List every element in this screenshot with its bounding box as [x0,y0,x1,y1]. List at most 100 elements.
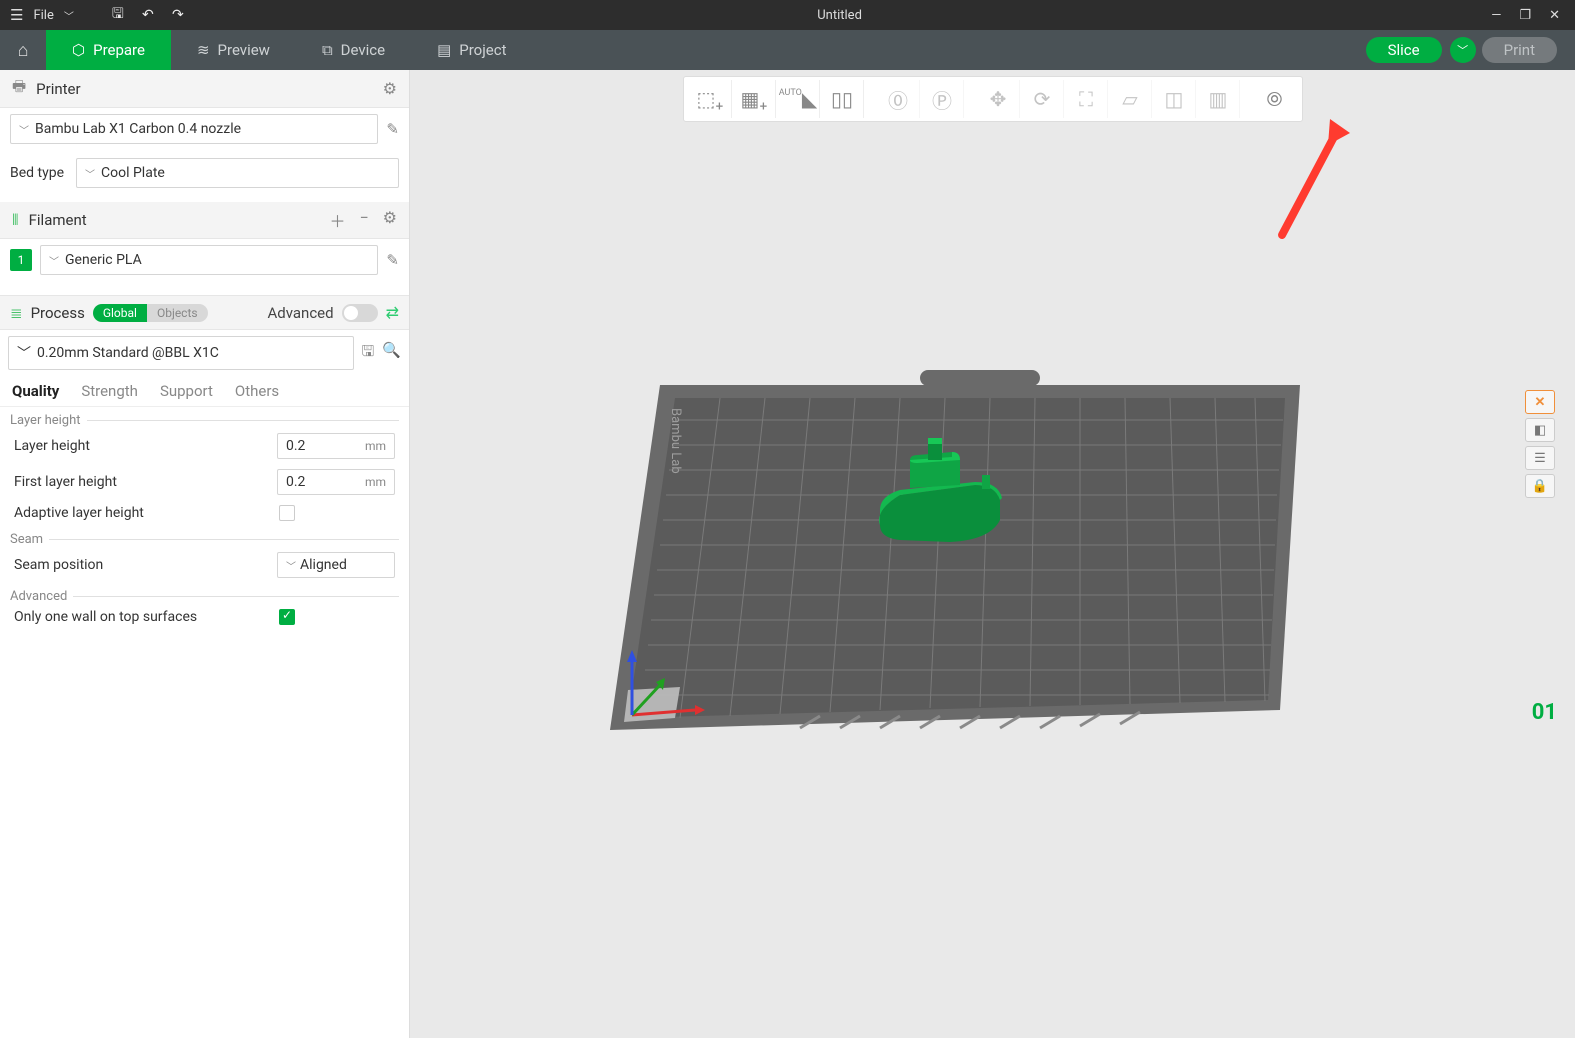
group-seam-label: Seam [10,532,43,547]
process-tabs: Quality Strength Support Others [0,376,409,407]
group-layer-height: Layer height [0,407,409,428]
plate-actions-panel: ✕ ◧ ☰ 🔒 [1525,390,1555,498]
plate-number-label: 01 [1532,700,1557,725]
file-dropdown-icon[interactable]: ﹀ [64,8,74,23]
add-primitive-icon[interactable]: ⬚₊ [690,80,732,118]
layer-height-input[interactable]: 0.2 mm [277,433,395,459]
project-icon: ▤ [437,41,451,59]
auto-orient-icon[interactable]: AUTO◣ [778,80,820,118]
maximize-icon[interactable]: ❐ [1519,8,1531,23]
viewport-toolbar: ⬚₊ ▦₊ AUTO◣ ▯▯ ⓪ Ⓟ ✥ ⟳ ⛶ ▱ ◫ ▥ ⦾ [683,76,1303,122]
pill-objects: Objects [147,304,208,322]
printer-section-label: Printer [36,80,80,98]
tab-prepare[interactable]: ⬡ Prepare [46,30,171,70]
slice-button[interactable]: Slice [1366,37,1442,63]
split-object-icon[interactable]: ⓪ [878,80,920,118]
redo-icon[interactable]: ↷ [168,7,188,23]
add-filament-icon[interactable]: ＋ [329,208,345,232]
layer-height-unit: mm [365,439,386,453]
tab-project-label: Project [459,41,506,59]
search-icon[interactable]: 🔍 [382,341,401,366]
title-bar: ☰ File ﹀ 🖫 ↶ ↷ Untitled — ❐ ✕ [0,0,1575,30]
close-icon[interactable]: ✕ [1549,8,1560,23]
build-plate[interactable]: Bambu Lab [580,310,1340,770]
group-seam: Seam [0,526,409,547]
ptab-strength[interactable]: Strength [81,382,138,400]
plate-orient-button[interactable]: ◧ [1525,418,1555,442]
tab-prepare-label: Prepare [93,41,145,59]
save-icon[interactable]: 🖫 [108,3,128,27]
print-button[interactable]: Print [1482,37,1557,63]
tab-preview[interactable]: ≋ Preview [171,30,296,70]
assembly-icon[interactable]: ⦾ [1254,80,1296,118]
tab-device[interactable]: ⧉ Device [296,30,411,70]
edit-filament-icon[interactable]: ✎ [386,251,399,269]
filament-select[interactable]: ﹀ Generic PLA [40,245,378,275]
process-icon: ≣ [10,304,23,322]
adaptive-layer-checkbox[interactable] [279,505,295,521]
cube-icon: ⬡ [72,41,85,59]
only-one-wall-label: Only one wall on top surfaces [14,609,279,625]
filament-color-chip[interactable]: 1 [10,249,32,271]
only-one-wall-checkbox[interactable] [279,609,295,625]
plate-brand-text: Bambu Lab [668,408,683,474]
rotate-icon[interactable]: ⟳ [1022,80,1064,118]
group-layer-height-label: Layer height [10,413,81,428]
process-section-label: Process [31,304,85,322]
gear-icon[interactable]: ⚙ [383,79,397,98]
bed-type-select[interactable]: ﹀ Cool Plate [76,158,399,188]
plate-lock-button[interactable]: 🔒 [1525,474,1555,498]
ptab-support[interactable]: Support [160,382,213,400]
process-preset-select[interactable]: ﹀ 0.20mm Standard @BBL X1C [8,336,354,370]
process-preset-value: 0.20mm Standard @BBL X1C [37,345,219,361]
gear-icon[interactable]: ⚙ [383,208,397,232]
plate-arrange-button[interactable]: ☰ [1525,446,1555,470]
printer-select[interactable]: ﹀ Bambu Lab X1 Carbon 0.4 nozzle [10,114,378,144]
chevron-down-icon: ﹀ [49,253,59,268]
hamburger-icon[interactable]: ☰ [10,6,23,24]
slice-dropdown-button[interactable]: ﹀ [1450,37,1476,63]
group-advanced: Advanced [0,583,409,604]
sidebar: 🖶 Printer ⚙ ﹀ Bambu Lab X1 Carbon 0.4 no… [0,70,410,1038]
lay-flat-icon[interactable]: ▱ [1110,80,1152,118]
layer-height-value: 0.2 [286,438,305,454]
advanced-toggle[interactable] [342,304,378,322]
move-icon[interactable]: ✥ [978,80,1020,118]
save-preset-icon[interactable]: 🖫 [362,341,375,366]
printer-section-header: 🖶 Printer ⚙ [0,70,409,108]
tab-project[interactable]: ▤ Project [411,30,532,70]
filament-section-label: Filament [29,211,87,229]
split-part-icon[interactable]: Ⓟ [922,80,964,118]
layers-icon: ≋ [197,41,210,59]
tab-preview-label: Preview [218,41,270,59]
add-plate-icon[interactable]: ▦₊ [734,80,776,118]
viewport[interactable]: ⬚₊ ▦₊ AUTO◣ ▯▯ ⓪ Ⓟ ✥ ⟳ ⛶ ▱ ◫ ▥ ⦾ ✕ ◧ ☰ 🔒… [410,70,1575,1038]
global-objects-toggle[interactable]: Global Objects [93,304,208,322]
filament-icon: ⦀ [12,211,19,229]
tab-device-label: Device [341,41,385,59]
process-section-header: ≣ Process Global Objects Advanced ⇄ [0,295,409,330]
first-layer-label: First layer height [14,474,277,490]
undo-icon[interactable]: ↶ [138,7,158,23]
cut-icon[interactable]: ◫ [1154,80,1196,118]
ptab-quality[interactable]: Quality [12,382,59,400]
home-icon[interactable]: ⌂ [0,30,46,70]
compare-icon[interactable]: ⇄ [386,303,399,322]
arrange-icon[interactable]: ▯▯ [822,80,864,118]
first-layer-input[interactable]: 0.2 mm [277,469,395,495]
first-layer-value: 0.2 [286,474,305,490]
printer-icon: 🖶 [12,76,26,101]
filament-section-header: ⦀ Filament ＋ − ⚙ [0,202,409,239]
file-menu[interactable]: File [33,8,53,23]
ptab-others[interactable]: Others [235,382,279,400]
remove-filament-icon[interactable]: − [360,208,369,232]
edit-printer-icon[interactable]: ✎ [386,120,399,138]
layer-height-label: Layer height [14,438,277,454]
seam-position-select[interactable]: ﹀ Aligned [277,552,395,578]
scale-icon[interactable]: ⛶ [1066,80,1108,118]
annotation-arrow [1270,115,1350,245]
plate-delete-button[interactable]: ✕ [1525,390,1555,414]
minimize-icon[interactable]: — [1491,8,1501,23]
bed-type-label: Bed type [10,165,64,181]
mesh-icon[interactable]: ▥ [1198,80,1240,118]
